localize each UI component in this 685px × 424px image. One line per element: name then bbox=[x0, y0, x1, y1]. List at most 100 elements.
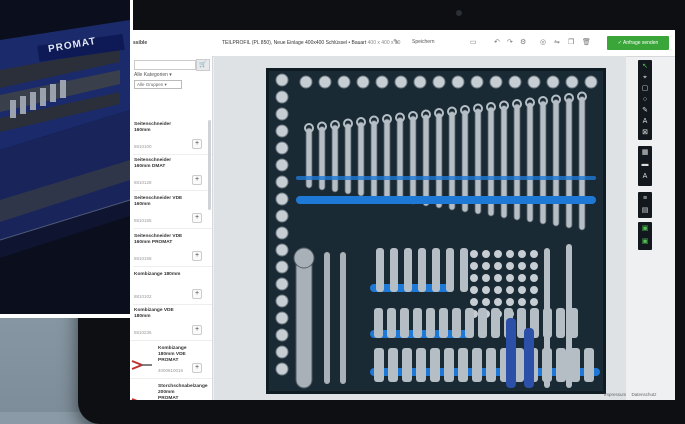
search-input[interactable] bbox=[134, 60, 196, 70]
grid-icon[interactable]: ▦ bbox=[640, 148, 650, 158]
rect-icon[interactable]: ▢ bbox=[640, 84, 650, 94]
layers-icon[interactable]: ▣ bbox=[640, 237, 650, 247]
socket-cutout bbox=[451, 75, 465, 89]
socket-long-cutout bbox=[478, 308, 487, 338]
tool-palette: ↖ ⌖ ▢ ○ ✎ A ⊠ ▦ ▬ A ≡ ▤ ▣ ▣ bbox=[638, 60, 652, 310]
edit-icon[interactable]: ✎ bbox=[393, 38, 399, 46]
socket-cutout bbox=[275, 277, 289, 291]
add-product-button[interactable]: + bbox=[192, 363, 202, 373]
save-button[interactable]: Speichern bbox=[412, 39, 435, 45]
wrench-strip-blue bbox=[296, 196, 596, 204]
product-list-item[interactable]: Kombizange 180mm 8810102 + bbox=[130, 270, 212, 305]
impressum-link[interactable]: Impressum bbox=[604, 392, 626, 397]
wrench-strip-blue-2 bbox=[296, 176, 596, 180]
product-name: Kombizange 180mm VDE PROMAT bbox=[158, 346, 187, 363]
socket-cutout bbox=[565, 75, 579, 89]
product-number: 4000810016 bbox=[158, 368, 184, 373]
product-list-item[interactable]: Seitenschneider 160mm DMAT 8810128 + bbox=[130, 156, 212, 191]
ratchet-head bbox=[293, 247, 315, 269]
socket-deep-cutout bbox=[458, 348, 468, 382]
list-icon[interactable]: ≡ bbox=[640, 194, 650, 204]
comment-icon[interactable]: ▭ bbox=[470, 38, 477, 46]
add-product-button[interactable]: + bbox=[192, 213, 202, 223]
bit-cutout bbox=[530, 262, 538, 270]
extension-bar bbox=[340, 252, 346, 384]
wrench-cutout bbox=[383, 118, 391, 201]
delete-icon[interactable]: 🗑 bbox=[582, 38, 591, 46]
datenschutz-link[interactable]: Datenschutz bbox=[632, 392, 657, 397]
product-list-item[interactable]: Seitenschneider VDE 160mm PROMAT 8810158 + bbox=[130, 232, 212, 267]
socket-long-cutout bbox=[400, 308, 409, 338]
wrench-cutout bbox=[435, 112, 443, 209]
wrench-cutout bbox=[448, 111, 456, 211]
bit-cutout bbox=[506, 298, 514, 306]
settings-icon[interactable]: ⚙ bbox=[520, 38, 526, 46]
add-product-button[interactable]: + bbox=[192, 251, 202, 261]
circle-icon[interactable]: ○ bbox=[640, 95, 650, 105]
product-list-item[interactable]: Seitenschneider 160mm 8810100 + bbox=[130, 120, 212, 155]
preview-icon[interactable]: ◎ bbox=[540, 38, 546, 46]
categories-dropdown[interactable]: Alle Kategorien ▾ bbox=[134, 72, 172, 78]
product-list-item[interactable]: Seitenschneider VDE 160mm 8810155 + bbox=[130, 194, 212, 229]
socket-cutout bbox=[275, 141, 289, 155]
socket-cutout bbox=[318, 75, 332, 89]
wrench-cutout bbox=[409, 115, 417, 205]
submit-request-button[interactable]: ✓ Anfrage senden bbox=[607, 36, 669, 50]
mirror-icon[interactable]: ⇋ bbox=[554, 38, 560, 46]
bit-cutout bbox=[482, 274, 490, 282]
socket-cutout bbox=[275, 73, 289, 87]
cart-icon[interactable]: 🛒 bbox=[196, 59, 210, 71]
footer-links: Impressum Datenschutz bbox=[604, 392, 661, 397]
bit-cutout bbox=[494, 262, 502, 270]
node-icon[interactable]: ⌖ bbox=[640, 73, 650, 83]
export-tools: ▣ ▣ bbox=[638, 222, 652, 250]
design-canvas[interactable] bbox=[214, 56, 626, 400]
add-product-button[interactable]: + bbox=[192, 325, 202, 335]
panel-scrollbar[interactable] bbox=[208, 120, 211, 210]
redo-icon[interactable]: ↷ bbox=[507, 38, 513, 46]
bit-cutout bbox=[530, 286, 538, 294]
font-icon[interactable]: A bbox=[640, 172, 650, 182]
document-icon[interactable]: ▤ bbox=[640, 206, 650, 216]
wrench-cutout bbox=[370, 120, 378, 199]
drawing-tools: ↖ ⌖ ▢ ○ ✎ A ⊠ bbox=[638, 60, 652, 140]
add-product-button[interactable]: + bbox=[192, 289, 202, 299]
wrench-cutout bbox=[396, 117, 404, 203]
socket-deep-cutout bbox=[430, 348, 440, 382]
undo-icon[interactable]: ↶ bbox=[494, 38, 500, 46]
measure-icon[interactable]: ⊠ bbox=[640, 128, 650, 138]
bit-cutout bbox=[506, 274, 514, 282]
product-list-item[interactable]: Kombizange 180mm VDE PROMAT 4000810016 + bbox=[130, 344, 212, 379]
socket-deep-cutout bbox=[374, 348, 384, 382]
add-product-button[interactable]: + bbox=[192, 139, 202, 149]
socket-cutout bbox=[413, 75, 427, 89]
bit-cutout bbox=[494, 250, 502, 258]
plier-thumbnail bbox=[131, 398, 138, 400]
list-tools: ≡ ▤ bbox=[638, 192, 652, 218]
chat-icon[interactable]: ▬ bbox=[640, 160, 650, 170]
wrench-cutout bbox=[578, 96, 586, 231]
add-product-button[interactable]: + bbox=[192, 175, 202, 185]
socket-cutout bbox=[275, 175, 289, 189]
pen-icon[interactable]: ✎ bbox=[640, 106, 650, 116]
socket-cutout bbox=[275, 294, 289, 308]
bit-cutout bbox=[494, 274, 502, 282]
cursor-icon[interactable]: ↖ bbox=[640, 62, 650, 72]
product-list-item[interactable]: Storchschnabelzange 200mm PROMAT40008100… bbox=[130, 382, 212, 400]
bit-cutout bbox=[518, 286, 526, 294]
socket-cutout bbox=[356, 75, 370, 89]
socket-deep-cutout bbox=[388, 348, 398, 382]
project-title: TEILPROFIL (PL 850), Neue Einlage 400x40… bbox=[222, 40, 401, 46]
socket-cutout bbox=[584, 75, 598, 89]
foam-tray[interactable] bbox=[266, 68, 606, 394]
copy-icon[interactable]: ❐ bbox=[568, 38, 574, 46]
text-icon[interactable]: A bbox=[640, 117, 650, 127]
webcam bbox=[456, 10, 462, 16]
bit-cutout bbox=[470, 286, 478, 294]
wrench-cutout bbox=[344, 123, 352, 195]
group-select[interactable]: Alle Gruppen ▾ bbox=[134, 80, 182, 89]
product-list-item[interactable]: Kombizange VDE 180mm 8810236 + bbox=[130, 306, 212, 341]
export-icon[interactable]: ▣ bbox=[640, 224, 650, 234]
plier-thumbnail bbox=[131, 360, 152, 370]
product-name: Seitenschneider 160mm bbox=[134, 122, 172, 133]
